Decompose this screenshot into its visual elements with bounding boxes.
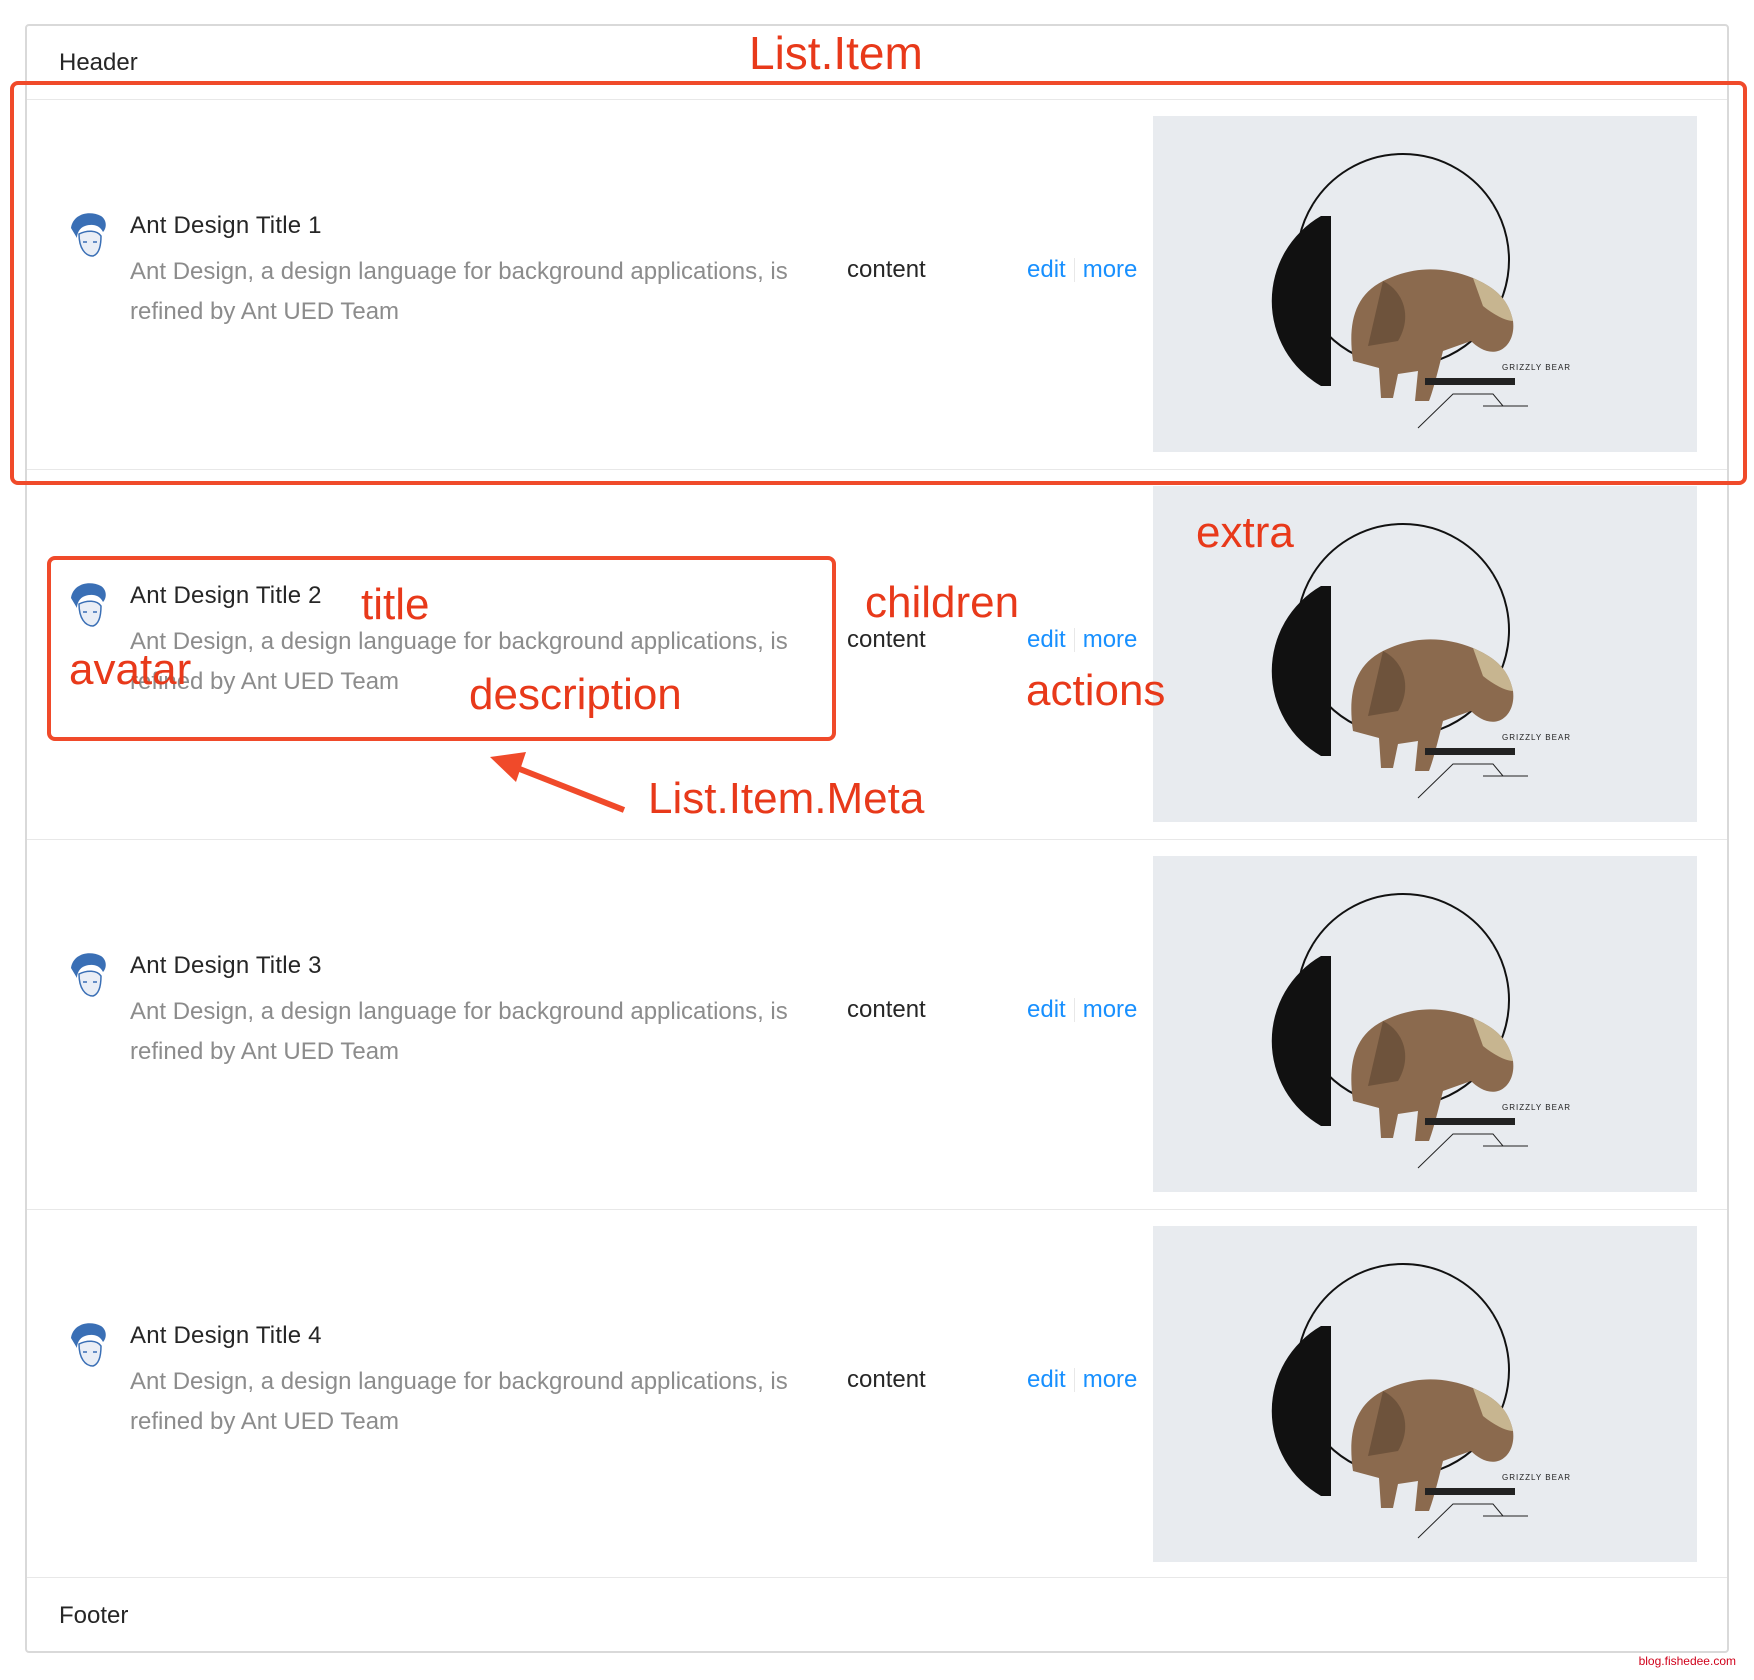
annotation-arrow (490, 752, 626, 813)
credit-text: blog.fishedee.com (1638, 1654, 1736, 1668)
